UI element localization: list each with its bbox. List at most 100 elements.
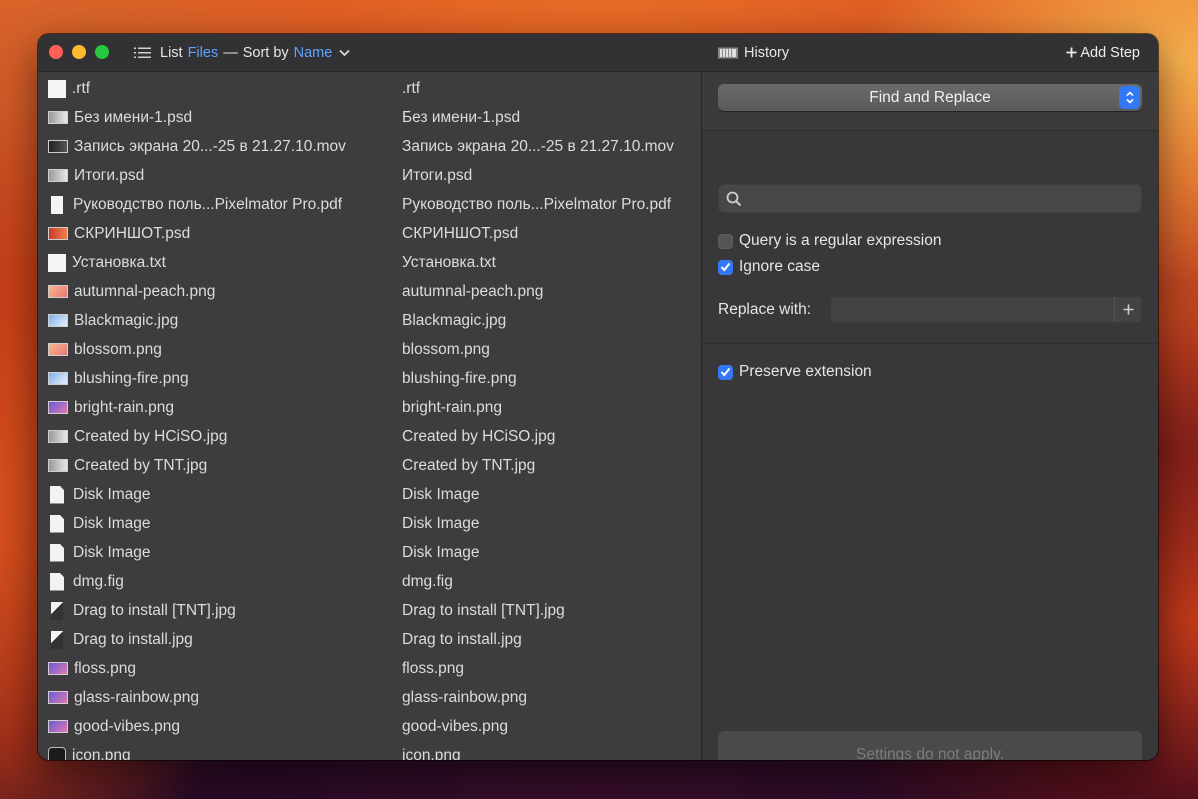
original-file-name: Итоги.psd <box>74 166 145 184</box>
app-window: List Files — Sort by Name History Add St… <box>38 34 1158 760</box>
insert-token-button[interactable] <box>1114 297 1141 322</box>
new-file-name: Disk Image <box>402 543 480 561</box>
image-file-icon <box>48 285 68 298</box>
sort-name-selector[interactable]: Name <box>294 45 333 61</box>
list-sort-control: List Files — Sort by Name <box>134 34 350 71</box>
new-file-name: Установка.txt <box>402 253 496 271</box>
file-row[interactable]: Итоги.psd Итоги.psd <box>38 161 701 190</box>
preserve-extension-checkbox[interactable] <box>718 364 733 380</box>
file-row[interactable]: blushing-fire.png blushing-fire.png <box>38 364 701 393</box>
file-row[interactable]: Руководство поль...Pixelmator Pro.pdf Рук… <box>38 190 701 219</box>
replace-input[interactable] <box>830 296 1142 323</box>
original-file-name: blushing-fire.png <box>74 369 189 387</box>
new-file-name: dmg.fig <box>402 572 453 590</box>
original-name-cell: Created by TNT.jpg <box>48 457 207 475</box>
checkmark-icon <box>720 367 731 377</box>
image-file-icon <box>48 343 68 356</box>
image-file-icon <box>48 314 68 327</box>
history-control[interactable]: History <box>718 34 789 71</box>
file-row[interactable]: .rtf .rtf <box>38 74 701 103</box>
original-name-cell: Drag to install.jpg <box>48 630 193 649</box>
new-file-name: Руководство поль...Pixelmator Pro.pdf <box>402 195 672 213</box>
ignore-case-checkbox[interactable] <box>718 259 733 275</box>
dash: — <box>223 44 238 61</box>
history-label: History <box>744 44 790 61</box>
original-name-cell: Created by HCiSO.jpg <box>48 428 227 446</box>
new-file-name: blushing-fire.png <box>402 369 517 387</box>
ignore-case-option[interactable]: Ignore case <box>718 258 820 276</box>
original-file-name: Blackmagic.jpg <box>74 311 179 329</box>
file-row[interactable]: dmg.fig dmg.fig <box>38 567 701 596</box>
original-name-cell: СКРИНШОТ.psd <box>48 225 190 243</box>
regex-checkbox[interactable] <box>718 233 733 249</box>
search-icon <box>726 191 742 207</box>
file-row[interactable]: floss.png floss.png <box>38 654 701 683</box>
image-file-icon <box>48 720 68 733</box>
new-file-name: Disk Image <box>402 485 480 503</box>
new-file-name: Created by TNT.jpg <box>402 456 536 474</box>
image-file-icon <box>48 169 68 182</box>
add-step-button[interactable]: Add Step <box>1066 34 1140 71</box>
original-name-cell: Итоги.psd <box>48 167 144 185</box>
preserve-extension-option[interactable]: Preserve extension <box>718 363 872 381</box>
file-row[interactable]: Drag to install.jpg Drag to install.jpg <box>38 625 701 654</box>
zoom-button[interactable] <box>95 45 109 59</box>
file-row[interactable]: bright-rain.png bright-rain.png <box>38 393 701 422</box>
file-row[interactable]: Disk Image Disk Image <box>38 480 701 509</box>
titlebar: List Files — Sort by Name History Add St… <box>38 34 1158 72</box>
original-name-cell: Установка.txt <box>48 253 166 272</box>
step-header: Find and Replace <box>702 72 1158 131</box>
original-name-cell: bright-rain.png <box>48 399 174 417</box>
image-file-icon <box>48 111 68 124</box>
minimize-button[interactable] <box>72 45 86 59</box>
separator <box>702 343 1158 344</box>
original-name-cell: Запись экрана 20...-25 в 21.27.10.mov <box>48 138 346 156</box>
original-name-cell: Blackmagic.jpg <box>48 312 178 330</box>
files-selector[interactable]: Files <box>188 45 219 61</box>
original-name-cell: Disk Image <box>48 543 151 562</box>
plus-icon <box>1066 47 1077 58</box>
new-file-name: Disk Image <box>402 514 480 532</box>
file-row[interactable]: Без имени-1.psd Без имени-1.psd <box>38 103 701 132</box>
original-name-cell: dmg.fig <box>48 572 124 591</box>
file-row[interactable]: good-vibes.png good-vibes.png <box>38 712 701 741</box>
file-row[interactable]: Disk Image Disk Image <box>38 538 701 567</box>
search-input[interactable] <box>718 184 1142 213</box>
original-file-name: Запись экрана 20...-25 в 21.27.10.mov <box>74 137 346 155</box>
file-row[interactable]: Drag to install [TNT].jpg Drag to install… <box>38 596 701 625</box>
original-file-name: Disk Image <box>73 485 151 503</box>
file-row[interactable]: Disk Image Disk Image <box>38 509 701 538</box>
checkmark-icon <box>720 262 731 272</box>
file-row[interactable]: icon.png icon.png <box>38 741 701 760</box>
list-icon[interactable] <box>134 47 151 59</box>
step-type-select[interactable]: Find and Replace <box>718 84 1142 111</box>
close-button[interactable] <box>49 45 63 59</box>
file-row[interactable]: Установка.txt Установка.txt <box>38 248 701 277</box>
plus-icon <box>1123 304 1133 315</box>
file-row[interactable]: СКРИНШОТ.psd СКРИНШОТ.psd <box>38 219 701 248</box>
new-file-name: Drag to install.jpg <box>402 630 522 648</box>
new-file-name: Запись экрана 20...-25 в 21.27.10.mov <box>402 137 674 155</box>
new-file-name: autumnal-peach.png <box>402 282 544 300</box>
original-file-name: Установка.txt <box>72 253 166 271</box>
original-name-cell: floss.png <box>48 660 136 678</box>
file-row[interactable]: blossom.png blossom.png <box>38 335 701 364</box>
file-row[interactable]: autumnal-peach.png autumnal-peach.png <box>38 277 701 306</box>
original-file-name: good-vibes.png <box>74 717 180 735</box>
original-name-cell: blossom.png <box>48 341 162 359</box>
regex-option[interactable]: Query is a regular expression <box>718 232 941 250</box>
file-row[interactable]: Запись экрана 20...-25 в 21.27.10.mov Зап… <box>38 132 701 161</box>
original-file-name: .rtf <box>72 79 91 97</box>
original-file-name: Created by TNT.jpg <box>74 456 208 474</box>
new-file-name: Created by HCiSO.jpg <box>402 427 556 445</box>
file-row[interactable]: Created by TNT.jpg Created by TNT.jpg <box>38 451 701 480</box>
image-file-icon <box>48 401 68 414</box>
file-row[interactable]: Blackmagic.jpg Blackmagic.jpg <box>38 306 701 335</box>
new-file-name: floss.png <box>402 659 465 677</box>
original-file-name: Без имени-1.psd <box>74 108 193 126</box>
file-row[interactable]: glass-rainbow.png glass-rainbow.png <box>38 683 701 712</box>
document-icon <box>50 514 64 533</box>
original-name-cell: Без имени-1.psd <box>48 109 192 127</box>
chevron-down-icon[interactable] <box>339 49 350 57</box>
file-row[interactable]: Created by HCiSO.jpg Created by HCiSO.jpg <box>38 422 701 451</box>
